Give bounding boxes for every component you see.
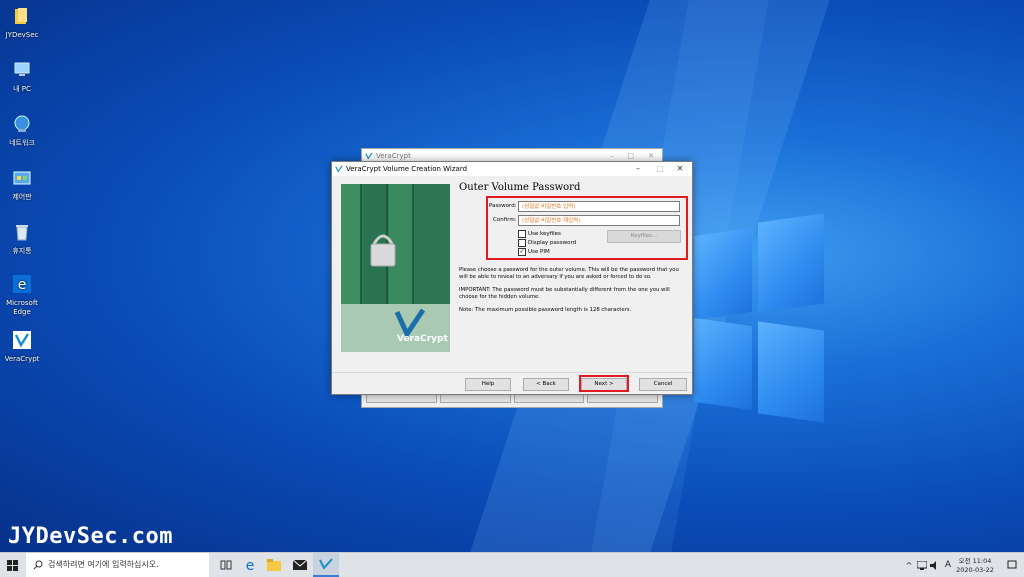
taskbar-edge[interactable]: e (238, 553, 262, 577)
desktop-icon-recycle-bin[interactable]: 휴지통 (2, 222, 42, 256)
back-button[interactable]: < Back (523, 378, 569, 391)
task-view-button[interactable] (214, 553, 238, 577)
art-brand-text: VeraCrypt (397, 334, 448, 344)
desktop-icon-control-panel[interactable]: 제어판 (2, 168, 42, 202)
padlock-door-image (341, 184, 450, 352)
taskbar-mail[interactable] (288, 553, 312, 577)
tray-time[interactable]: 오전 11:04 (956, 555, 994, 565)
desktop-icon-veracrypt[interactable]: VeraCrypt (2, 330, 42, 364)
desktop-icon-jydevsec[interactable]: JYDevSec (2, 6, 42, 40)
desktop-icon-label: 제어판 (12, 193, 32, 201)
svg-text:e: e (246, 558, 255, 572)
svg-text:e: e (18, 277, 27, 293)
desktop-icon-label: JYDevSec (5, 31, 39, 39)
search-icon (33, 560, 43, 570)
desktop: JYDevSec 내 PC 네트워크 제어판 휴지통 e Microsoft E… (0, 0, 1024, 552)
notification-button[interactable] (1004, 553, 1020, 577)
wizard-titlebar[interactable]: VeraCrypt Volume Creation Wizard – □ ✕ (332, 162, 692, 176)
wizard-title: VeraCrypt Volume Creation Wizard (346, 165, 468, 173)
close-icon[interactable]: ✕ (670, 162, 690, 176)
edge-icon: e (13, 275, 31, 293)
taskbar: 검색하려면 여기에 입력하십시오. e ^ A 오전 11:04 2020-03… (0, 552, 1024, 577)
mail-icon (293, 560, 307, 570)
desktop-icon-this-pc[interactable]: 내 PC (2, 60, 42, 94)
note-paragraph: Note: The maximum possible password leng… (459, 307, 632, 313)
taskbar-veracrypt[interactable] (313, 553, 339, 577)
start-button[interactable] (0, 553, 24, 577)
windows-logo-pane (758, 321, 824, 423)
wizard-artwork: VeraCrypt (341, 184, 450, 352)
network-tray[interactable] (916, 553, 928, 577)
windows-logo-pane (694, 227, 752, 321)
help-button[interactable]: Help (465, 378, 511, 391)
highlight-box-next (579, 375, 629, 392)
taskbar-search-box[interactable]: 검색하려면 여기에 입력하십시오. (25, 553, 209, 577)
desktop-icon-network[interactable]: 네트워크 (2, 114, 42, 148)
control-panel-icon (13, 171, 31, 185)
important-paragraph: IMPORTANT: The password must be substant… (459, 287, 670, 300)
file-explorer-icon (267, 559, 281, 571)
recycle-bin-icon (16, 225, 28, 241)
button-separator (332, 372, 692, 373)
chevron-up-icon[interactable]: ^ (903, 553, 915, 577)
volume-tray[interactable] (929, 553, 941, 577)
windows-start-icon (6, 559, 18, 571)
info-paragraph: Please choose a password for the outer v… (459, 267, 679, 280)
veracrypt-icon (365, 152, 373, 160)
speaker-icon (930, 560, 936, 570)
tray-date[interactable]: 2020-03-22 (956, 566, 994, 574)
folder-icon (15, 8, 27, 24)
task-view-icon (220, 560, 232, 570)
desktop-icon-edge[interactable]: e Microsoft Edge (2, 274, 42, 317)
desktop-icon-label: 네트워크 (9, 139, 35, 147)
maximize-icon[interactable]: □ (650, 162, 670, 176)
page-title: Outer Volume Password (459, 182, 581, 193)
desktop-icon-label: 휴지통 (12, 247, 32, 255)
minimize-icon[interactable]: – (628, 162, 648, 176)
desktop-icon-label: VeraCrypt (4, 355, 40, 363)
windows-logo-pane (758, 213, 824, 313)
windows-logo-pane (694, 317, 752, 411)
network-icon (14, 115, 30, 132)
computer-icon (14, 62, 30, 76)
edge-icon: e (246, 558, 255, 572)
network-icon (917, 560, 927, 570)
veracrypt-icon (335, 165, 343, 173)
cancel-button[interactable]: Cancel (639, 378, 687, 391)
taskbar-file-explorer[interactable] (262, 553, 286, 577)
highlight-box-password-fields (486, 196, 688, 260)
watermark: JYDevSec.com (8, 524, 173, 549)
volume-creation-wizard[interactable]: VeraCrypt Volume Creation Wizard – □ ✕ V… (331, 161, 693, 395)
search-placeholder: 검색하려면 여기에 입력하십시오. (48, 560, 159, 569)
veracrypt-icon (13, 331, 31, 349)
desktop-icon-label: Microsoft Edge (6, 299, 38, 316)
ime-indicator[interactable]: A (942, 553, 954, 577)
desktop-icon-label: 내 PC (13, 85, 31, 93)
notification-icon (1007, 560, 1017, 569)
veracrypt-icon (319, 558, 333, 570)
background-window-title: VeraCrypt (376, 152, 411, 160)
